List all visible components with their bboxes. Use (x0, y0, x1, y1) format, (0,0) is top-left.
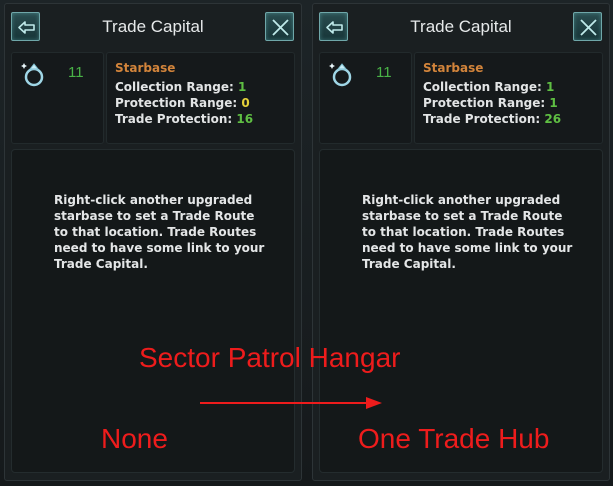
stat-value: 0 (241, 96, 250, 110)
comparison-screenshot: Trade Capital 11 Starbase Collection Ran… (0, 0, 613, 486)
panel-title: Trade Capital (102, 17, 204, 36)
stat-value: 1 (237, 80, 247, 94)
stat-trade-protection: Trade Protection: 26 (423, 112, 561, 126)
stat-label: Collection Range: (115, 80, 234, 94)
stat-protection-range: Protection Range: 1 (423, 96, 558, 110)
description-text: Right-click another upgraded starbase to… (362, 193, 573, 271)
close-button[interactable] (573, 12, 602, 41)
annotation-before: None (101, 423, 168, 454)
starbase-info: Starbase Collection Range: 1 Protection … (106, 52, 295, 144)
panel-title: Trade Capital (410, 17, 512, 36)
close-x-icon (272, 19, 289, 36)
stat-collection-range: Collection Range: 1 (115, 80, 246, 94)
starbase-icon-box: 11 (11, 52, 104, 144)
stat-value: 1 (549, 96, 558, 110)
starbase-level: 11 (68, 64, 84, 81)
panel-header: Trade Capital (5, 4, 301, 50)
ring-icon (329, 63, 352, 87)
starbase-icon-box: 11 (319, 52, 412, 144)
ring-icon (21, 63, 44, 87)
info-title: Starbase (115, 61, 176, 75)
annotation-heading: Sector Patrol Hangar (139, 342, 401, 373)
stat-trade-protection: Trade Protection: 16 (115, 112, 253, 126)
stat-value: 16 (236, 112, 254, 126)
description-text: Right-click another upgraded starbase to… (54, 193, 265, 271)
stat-value: 26 (544, 112, 562, 126)
close-button[interactable] (265, 12, 294, 41)
stat-protection-range: Protection Range: 0 (115, 96, 250, 110)
stat-label: Protection Range: (115, 96, 238, 110)
stat-label: Protection Range: (423, 96, 546, 110)
close-x-icon (580, 19, 597, 36)
stat-label: Trade Protection: (423, 112, 541, 126)
right-arrow-icon (200, 397, 382, 409)
info-title: Starbase (423, 61, 484, 75)
stat-label: Trade Protection: (115, 112, 233, 126)
starbase-level: 11 (376, 64, 392, 81)
panel-header: Trade Capital (313, 4, 609, 50)
annotation-after: One Trade Hub (358, 423, 550, 454)
stat-label: Collection Range: (423, 80, 542, 94)
starbase-info: Starbase Collection Range: 1 Protection … (414, 52, 603, 144)
stat-collection-range: Collection Range: 1 (423, 80, 554, 94)
stat-value: 1 (545, 80, 555, 94)
